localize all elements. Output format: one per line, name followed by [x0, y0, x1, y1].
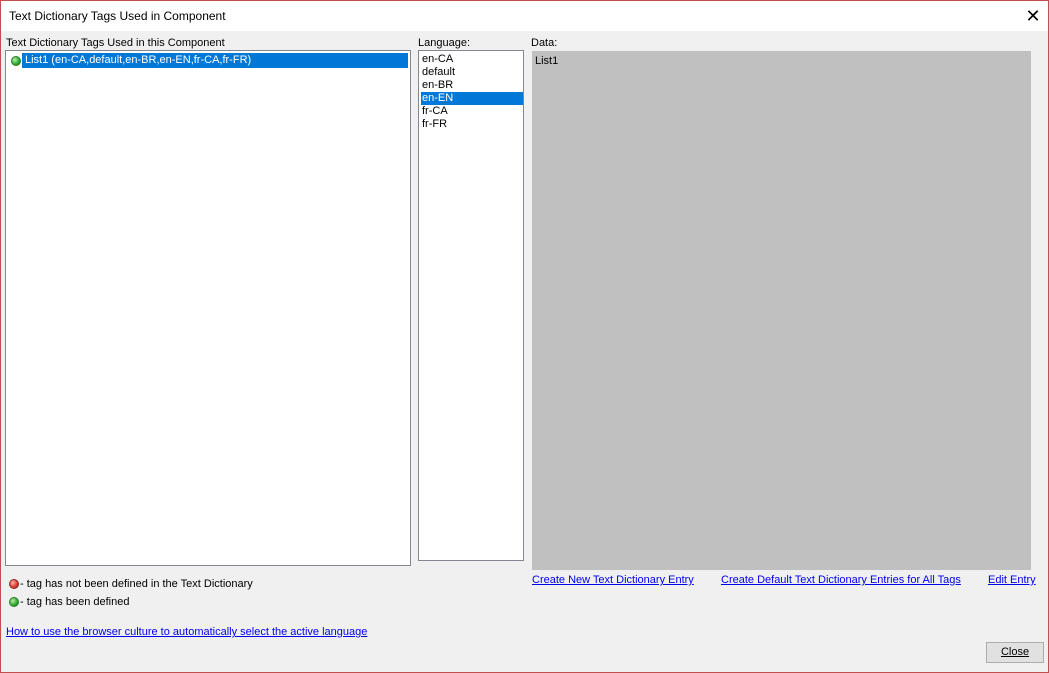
legend-defined-text: - tag has been defined	[20, 596, 130, 608]
language-item-en-br[interactable]: en-BR	[421, 79, 523, 92]
data-label: Data:	[531, 37, 558, 49]
create-default-entries-link[interactable]: Create Default Text Dictionary Entries f…	[721, 574, 961, 586]
green-dot-icon	[11, 56, 21, 66]
language-item-en-ca[interactable]: en-CA	[421, 53, 523, 66]
browser-culture-help-link[interactable]: How to use the browser culture to automa…	[6, 626, 367, 638]
legend-undefined-text: - tag has not been defined in the Text D…	[20, 578, 253, 590]
tag-list-item[interactable]: List1 (en-CA,default,en-BR,en-EN,fr-CA,f…	[22, 53, 408, 68]
create-new-entry-link[interactable]: Create New Text Dictionary Entry	[532, 574, 694, 586]
data-field[interactable]: List1	[532, 51, 1031, 570]
green-dot-icon	[9, 597, 19, 607]
edit-entry-link[interactable]: Edit Entry	[988, 574, 1036, 586]
language-label: Language:	[418, 37, 470, 49]
close-icon[interactable]: ✕	[1021, 4, 1045, 28]
data-value: List1	[535, 55, 559, 67]
language-item-fr-fr[interactable]: fr-FR	[421, 118, 523, 131]
language-item-default[interactable]: default	[421, 66, 523, 79]
close-button[interactable]: Close	[986, 642, 1044, 663]
language-item-fr-ca[interactable]: fr-CA	[421, 105, 523, 118]
language-item-en-en[interactable]: en-EN	[421, 92, 523, 105]
title-bar: Text Dictionary Tags Used in Component ✕	[1, 1, 1048, 31]
close-button-label: Close	[1000, 646, 1030, 658]
language-list[interactable]: en-CA default en-BR en-EN fr-CA fr-FR	[418, 50, 524, 561]
dialog-window: Text Dictionary Tags Used in Component ✕…	[0, 0, 1049, 673]
window-title: Text Dictionary Tags Used in Component	[9, 9, 226, 23]
tags-panel-label: Text Dictionary Tags Used in this Compon…	[6, 37, 225, 49]
red-dot-icon	[9, 579, 19, 589]
tags-list[interactable]: List1 (en-CA,default,en-BR,en-EN,fr-CA,f…	[5, 50, 411, 566]
